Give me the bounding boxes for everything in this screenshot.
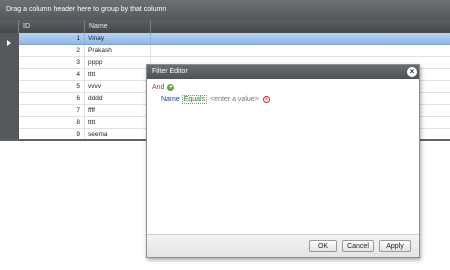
cell-name[interactable]: vvvv [85,81,151,92]
cell-id[interactable]: 1 [19,33,85,44]
cell-id[interactable]: 6 [19,93,85,104]
ok-button[interactable]: OK [309,240,337,252]
dialog-title-text: Filter Editor [152,68,188,75]
cell-name[interactable]: tttt [85,117,151,128]
cell-id[interactable]: 5 [19,81,85,92]
grid-header-row: ID Name [0,20,450,33]
condition-value-input[interactable]: <enter a value> [210,96,259,103]
cell-name[interactable]: tttt [85,69,151,80]
table-row[interactable]: 1 Vinay [19,33,450,45]
cell-name[interactable]: Vinay [85,33,151,44]
cell-id[interactable]: 2 [19,45,85,56]
row-indicator-column [0,33,19,141]
add-condition-icon[interactable]: + [167,84,175,91]
filter-condition: Name Equals <enter a value> × [161,95,270,104]
remove-condition-icon[interactable]: × [262,96,270,103]
cell-id[interactable]: 3 [19,57,85,68]
cell-id[interactable]: 4 [19,69,85,80]
row-indicator-header [0,20,19,33]
table-row[interactable]: 2 Prakash [19,45,450,57]
group-panel[interactable]: Drag a column header here to group by th… [0,0,450,20]
cell-id[interactable]: 7 [19,105,85,116]
condition-operator[interactable]: Equals [181,95,208,104]
filter-editor-body: And + Name Equals <enter a value> × [147,79,419,237]
cell-id[interactable]: 8 [19,117,85,128]
apply-button[interactable]: Apply [379,240,411,252]
close-icon[interactable]: × [407,67,417,77]
group-operator-line: And + [152,84,175,91]
dialog-title: Filter Editor [147,65,419,79]
cell-name[interactable]: ffff [85,105,151,116]
dialog-footer: OK Cancel Apply [147,234,419,257]
column-header-name[interactable]: Name [85,20,151,33]
cancel-button[interactable]: Cancel [342,240,374,252]
current-row-arrow-icon [7,40,11,46]
group-operator[interactable]: And [152,84,164,91]
cell-name[interactable]: Prakash [85,45,151,56]
cell-name[interactable]: pppp [85,57,151,68]
condition-field[interactable]: Name [161,96,180,103]
filter-editor-dialog: Filter Editor × And + Name Equals <enter… [146,64,420,258]
column-header-id[interactable]: ID [19,20,85,33]
cell-name[interactable]: dddd [85,93,151,104]
